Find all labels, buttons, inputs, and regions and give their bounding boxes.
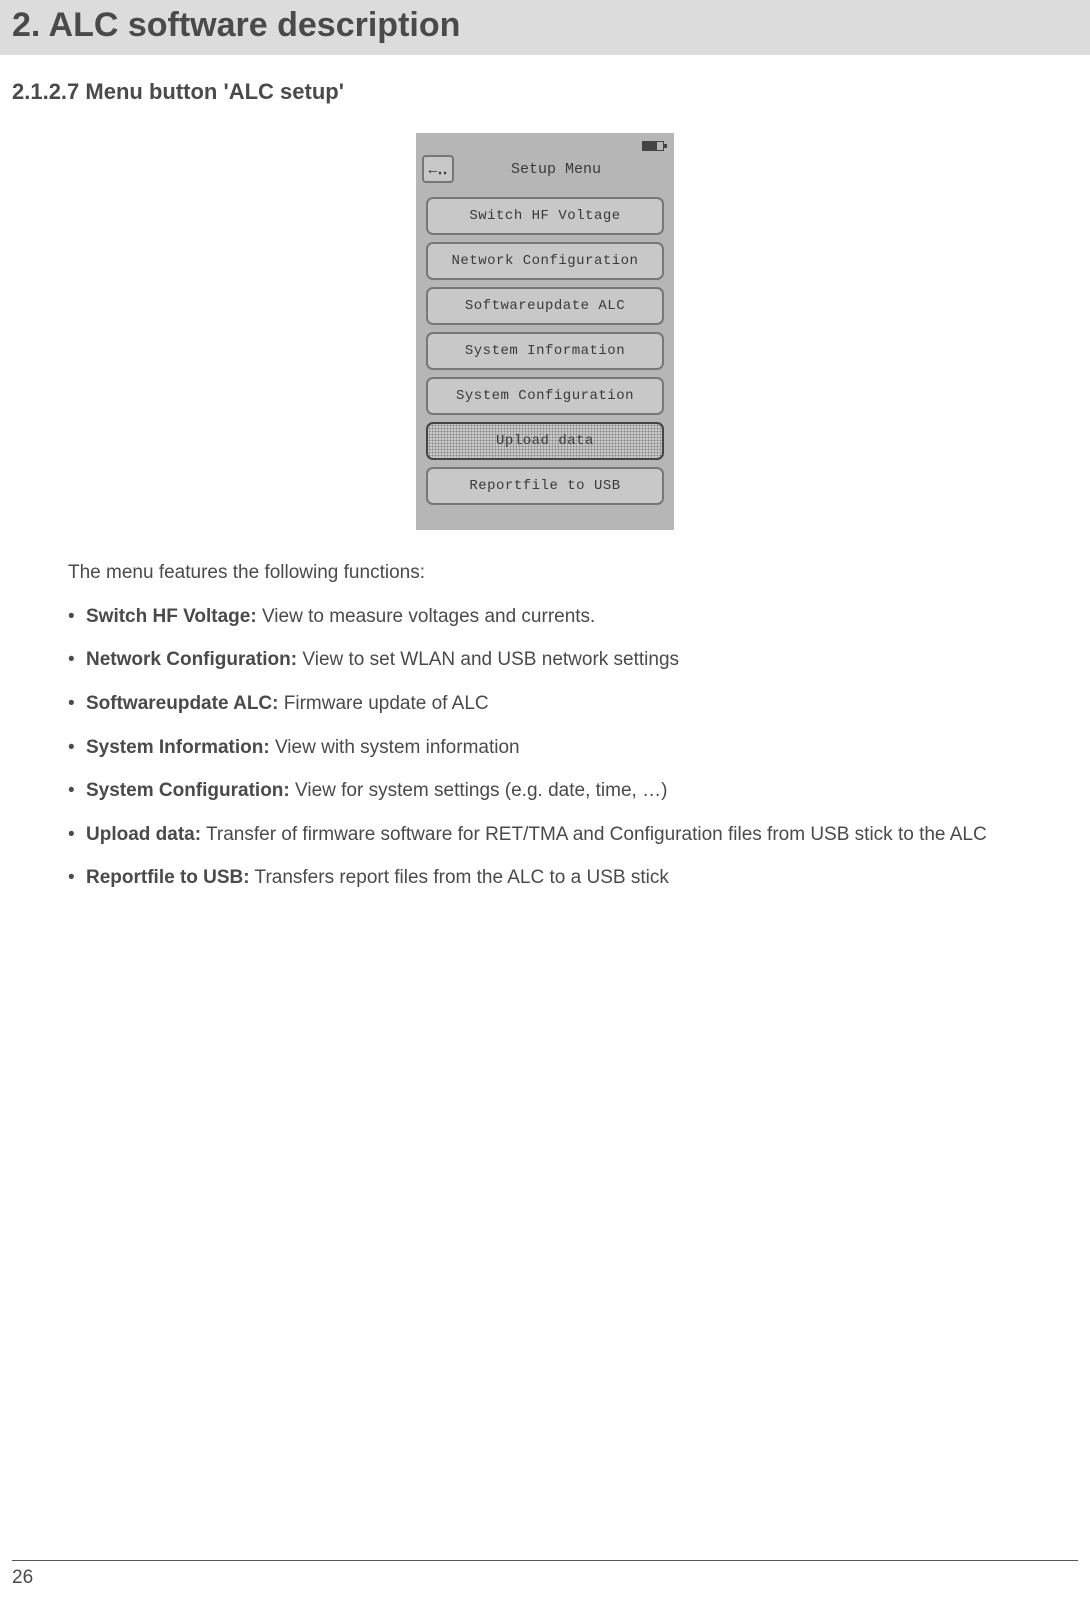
bullet-term: Upload data: [86, 824, 201, 845]
list-item: Switch HF Voltage: View to measure volta… [68, 604, 1070, 630]
bullet-desc: View with system information [270, 737, 520, 758]
bullet-list: Switch HF Voltage: View to measure volta… [68, 604, 1070, 891]
page-title: 2. ALC software description [12, 6, 1078, 45]
page-header: 2. ALC software description [0, 0, 1090, 55]
bullet-desc: View to measure voltages and currents. [257, 606, 596, 627]
bullet-term: Reportfile to USB: [86, 867, 250, 888]
back-button[interactable]: ←‥ [422, 155, 454, 183]
device-screen: ←‥ Setup Menu Switch HF Voltage Network C… [416, 133, 674, 530]
list-item: Network Configuration: View to set WLAN … [68, 647, 1070, 673]
page-number: 26 [12, 1567, 33, 1588]
bullet-term: System Information: [86, 737, 270, 758]
bullet-desc: View for system settings (e.g. date, tim… [290, 780, 668, 801]
intro-line: The menu features the following function… [68, 560, 1070, 586]
list-item: Softwareupdate ALC: Firmware update of A… [68, 691, 1070, 717]
bullet-term: Softwareupdate ALC: [86, 693, 278, 714]
bullet-desc: Transfers report files from the ALC to a… [250, 867, 669, 888]
device-menu-item[interactable]: Switch HF Voltage [426, 197, 664, 235]
device-menu-title: Setup Menu [464, 161, 668, 178]
list-item: System Configuration: View for system se… [68, 778, 1070, 804]
device-menu-item[interactable]: Softwareupdate ALC [426, 287, 664, 325]
list-item: System Information: View with system inf… [68, 735, 1070, 761]
device-menu-item[interactable]: Upload data [426, 422, 664, 460]
device-menu-item[interactable]: System Configuration [426, 377, 664, 415]
page-footer: 26 [12, 1560, 1078, 1589]
body-text: The menu features the following function… [68, 560, 1070, 891]
bullet-desc: View to set WLAN and USB network setting… [297, 649, 679, 670]
list-item: Reportfile to USB: Transfers report file… [68, 865, 1070, 891]
bullet-term: Switch HF Voltage: [86, 606, 257, 627]
status-bar [422, 141, 668, 155]
device-screenshot-wrapper: ←‥ Setup Menu Switch HF Voltage Network C… [0, 133, 1090, 530]
battery-icon [642, 141, 664, 151]
bullet-term: System Configuration: [86, 780, 290, 801]
device-menu-item[interactable]: System Information [426, 332, 664, 370]
bullet-term: Network Configuration: [86, 649, 297, 670]
section-title: 2.1.2.7 Menu button 'ALC setup' [12, 79, 1090, 105]
bullet-desc: Firmware update of ALC [278, 693, 488, 714]
device-menu-item[interactable]: Network Configuration [426, 242, 664, 280]
device-menu-buttons: Switch HF Voltage Network Configuration So… [422, 197, 668, 505]
device-menu-item[interactable]: Reportfile to USB [426, 467, 664, 505]
bullet-desc: Transfer of firmware software for RET/TM… [201, 824, 987, 845]
device-top-row: ←‥ Setup Menu [422, 155, 668, 183]
list-item: Upload data: Transfer of firmware softwa… [68, 822, 1070, 848]
